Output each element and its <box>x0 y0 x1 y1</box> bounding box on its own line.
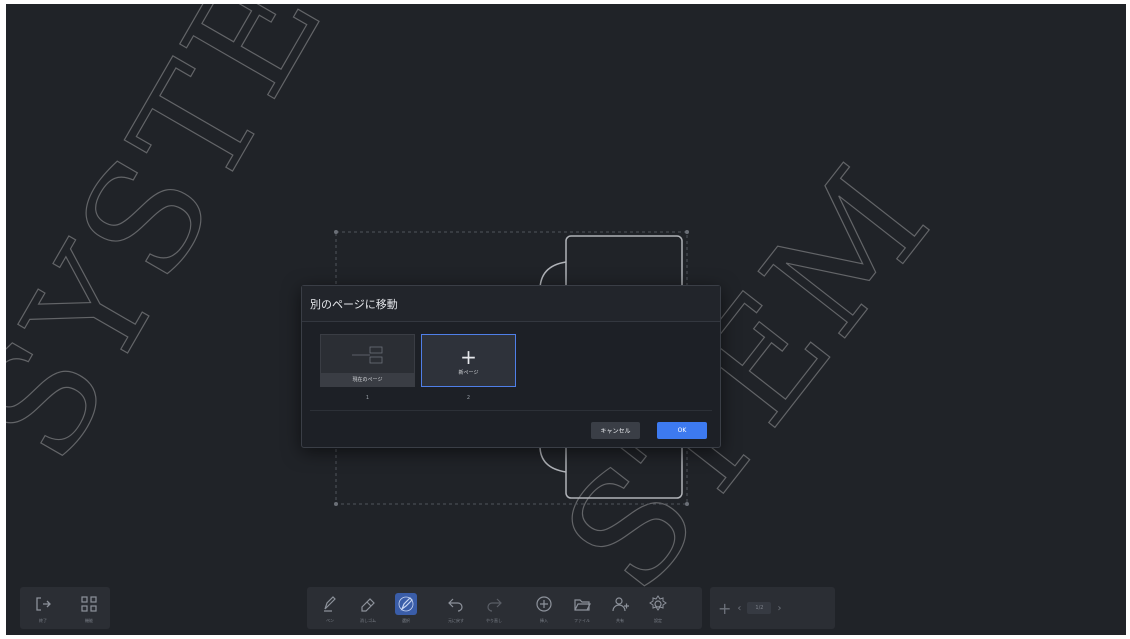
file-label: ファイル <box>574 617 590 623</box>
insert-icon <box>536 595 552 612</box>
toolbar-left: 終了 機能 <box>20 587 110 629</box>
pen-icon <box>324 595 336 612</box>
dialog-header: 別のページに移動 <box>302 286 720 322</box>
prev-page-icon[interactable]: ‹ <box>737 603 741 614</box>
undo-button[interactable]: 元に戻す <box>437 587 475 629</box>
whiteboard-canvas[interactable]: SYSTE STEM 別のページに移動 現在のページ 1 + 新ページ 2 キャ… <box>0 0 1130 639</box>
dialog-title: 別のページに移動 <box>310 297 398 311</box>
page-indicator[interactable]: 1/2 <box>747 602 772 614</box>
page-list: 現在のページ 1 + 新ページ 2 <box>320 334 516 401</box>
eraser-label: 消しゴム <box>360 617 376 623</box>
page-card-new[interactable]: + 新ページ 2 <box>421 334 516 401</box>
frame-edge <box>0 635 1130 639</box>
frame-edge <box>1126 0 1130 639</box>
pen-label: ペン <box>326 617 334 623</box>
exit-icon <box>36 596 51 611</box>
toolbar-tools: ペン 消しゴム 選択 元に戻す やり直し 挿入 ファイル 共有 設定 <box>307 587 702 629</box>
undo-label: 元に戻す <box>448 617 464 623</box>
eraser-button[interactable]: 消しゴム <box>349 587 387 629</box>
divider <box>310 410 712 411</box>
page-preview-icon <box>352 346 383 364</box>
page-label: 現在のページ <box>321 373 414 386</box>
settings-button[interactable]: 設定 <box>639 587 677 629</box>
insert-button[interactable]: 挿入 <box>525 587 563 629</box>
frame-edge <box>0 0 6 639</box>
apps-label: 機能 <box>85 617 93 623</box>
cancel-button[interactable]: キャンセル <box>591 422 640 439</box>
next-page-icon[interactable]: › <box>777 603 781 614</box>
page-number: 1 <box>365 395 370 401</box>
frame-edge <box>0 0 1130 4</box>
ok-button[interactable]: OK <box>657 422 707 439</box>
select-label: 選択 <box>402 617 410 623</box>
redo-label: やり直し <box>486 617 502 623</box>
folder-icon <box>574 598 591 611</box>
page-label: 新ページ <box>458 370 479 376</box>
page-controls: + ‹ 1/2 › <box>710 599 789 618</box>
share-icon <box>612 596 629 611</box>
page-thumbnail[interactable]: 現在のページ <box>320 334 415 387</box>
toolbar-pager: + ‹ 1/2 › <box>710 587 835 629</box>
select-button[interactable]: 選択 <box>387 587 425 629</box>
file-button[interactable]: ファイル <box>563 587 601 629</box>
undo-icon <box>448 598 463 612</box>
page-card-current[interactable]: 現在のページ 1 <box>320 334 415 401</box>
move-to-page-dialog: 別のページに移動 現在のページ 1 + 新ページ 2 キャンセル OK <box>301 285 721 448</box>
insert-label: 挿入 <box>540 617 548 623</box>
apps-icon <box>81 595 97 612</box>
eraser-icon <box>361 597 375 612</box>
add-page-icon[interactable]: + <box>718 599 731 618</box>
select-icon <box>398 596 414 611</box>
redo-icon <box>487 598 502 612</box>
share-label: 共有 <box>616 617 624 623</box>
settings-icon <box>649 594 667 611</box>
plus-icon: + <box>460 345 477 369</box>
exit-label: 終了 <box>39 617 47 623</box>
page-number: 2 <box>466 395 471 401</box>
exit-button[interactable]: 終了 <box>24 587 62 629</box>
share-button[interactable]: 共有 <box>601 587 639 629</box>
settings-label: 設定 <box>654 617 662 623</box>
new-page-thumbnail[interactable]: + 新ページ <box>421 334 516 387</box>
pen-button[interactable]: ペン <box>311 587 349 629</box>
apps-button[interactable]: 機能 <box>70 587 108 629</box>
redo-button[interactable]: やり直し <box>475 587 513 629</box>
